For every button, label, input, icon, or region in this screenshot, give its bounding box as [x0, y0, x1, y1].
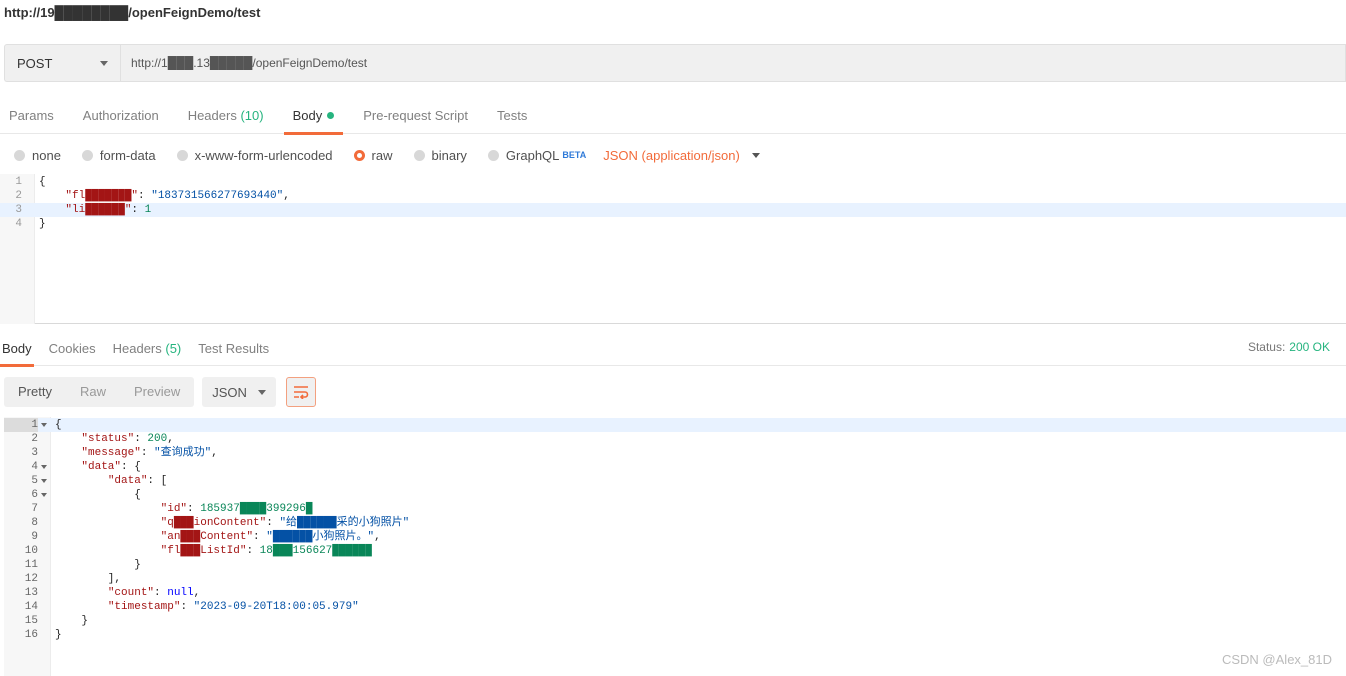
content-type-select[interactable]: JSON (application/json) [603, 148, 760, 163]
tab-test-results[interactable]: Test Results [196, 332, 271, 366]
tab-params[interactable]: Params [0, 98, 63, 134]
radio-urlencoded[interactable]: x-www-form-urlencoded [176, 148, 333, 163]
response-code-line: 1{ [4, 418, 1346, 432]
tab-response-body[interactable]: Body [0, 332, 34, 367]
chevron-down-icon [751, 152, 760, 158]
body-type-options: none form-data x-www-form-urlencoded raw… [14, 144, 760, 166]
method-select[interactable]: POST [4, 44, 120, 82]
radio-circle-icon [176, 149, 188, 161]
response-code-line: 13 "count": null, [24, 587, 201, 599]
radio-selected-icon [353, 149, 365, 161]
radio-raw[interactable]: raw [353, 148, 393, 163]
request-tabs: Params Authorization Headers (10) Body P… [0, 98, 1346, 135]
tab-body[interactable]: Body [283, 98, 344, 135]
code-line: 4} [15, 218, 46, 230]
tab-tests[interactable]: Tests [488, 98, 536, 134]
view-mode-group: Pretty Raw Preview [4, 377, 195, 407]
response-body-viewer[interactable]: 1{2 "status": 200, 3 "message": "查询成功", 4 … [4, 417, 1346, 676]
tab-response-headers[interactable]: Headers (5) [111, 332, 184, 366]
response-tabs: Body Cookies Headers (5) Test Results [0, 332, 1346, 367]
tab-authorization[interactable]: Authorization [74, 98, 168, 134]
raw-button[interactable]: Raw [66, 377, 120, 407]
response-code-line: 5 "data": [ [31, 475, 168, 487]
watermark: CSDN @Alex_81D [1221, 652, 1332, 667]
modified-dot-icon [327, 112, 335, 119]
method-label: POST [17, 55, 53, 71]
response-code-line: 16} [24, 629, 62, 641]
response-code-line: 7 "id": 185937████399296█ [31, 503, 313, 515]
radio-form-data[interactable]: form-data [81, 148, 156, 163]
response-code-line: 2 "status": 200, [31, 433, 174, 445]
pretty-button[interactable]: Pretty [4, 377, 66, 407]
beta-badge: BETA [562, 150, 587, 160]
code-line: 1{ [15, 176, 46, 188]
radio-circle-icon [81, 149, 93, 161]
radio-circle-icon [413, 149, 425, 161]
format-select[interactable]: JSON [202, 377, 277, 407]
chevron-down-icon [258, 389, 267, 395]
response-headers-count: (5) [165, 341, 182, 356]
response-toolbar: Pretty Raw Preview JSON [4, 377, 317, 407]
response-code-line: 3 "message": "查询成功", [31, 447, 218, 459]
response-code-line: 15 } [24, 615, 89, 627]
response-code-line: 10 "fl███ListId": 18███156627██████ [24, 545, 372, 557]
response-code-line: 8 "q███ionContent": "给██████采的小狗照片" [31, 517, 410, 529]
url-input[interactable] [120, 44, 1346, 82]
fold-arrow-icon[interactable] [41, 479, 47, 483]
url-row: POST [4, 44, 1346, 82]
wrap-lines-button[interactable] [286, 377, 317, 407]
response-code-line: 12 ], [24, 573, 122, 585]
code-line: 2 "fl███████": "183731566277693440", [15, 190, 290, 202]
wrap-lines-icon [294, 386, 309, 399]
radio-graphql[interactable]: GraphQL BETA [487, 148, 587, 163]
preview-button[interactable]: Preview [120, 377, 194, 407]
tab-cookies[interactable]: Cookies [47, 332, 98, 366]
radio-circle-icon [14, 149, 25, 161]
tab-headers[interactable]: Headers (10) [179, 98, 273, 134]
radio-none[interactable]: none [14, 148, 61, 163]
headers-count: (10) [240, 108, 264, 123]
request-body-editor[interactable]: 1{ 2 "fl███████": "183731566277693440", … [0, 174, 1346, 324]
code-line-active: 3 "li██████": 1 [0, 203, 1346, 217]
response-code-line: 6 { [31, 489, 141, 501]
fold-arrow-icon[interactable] [41, 493, 47, 497]
response-code-line: 4 "data": { [31, 461, 141, 473]
response-code-line: 14 "timestamp": "2023-09-20T18:00:05.979… [24, 601, 359, 613]
fold-arrow-icon[interactable] [41, 465, 47, 469]
status-code: 200 OK [1289, 340, 1330, 354]
tab-pre-request-script[interactable]: Pre-request Script [354, 98, 477, 134]
response-status: Status: 200 OK [1247, 340, 1330, 354]
response-code-line: 9 "an███Content": "██████小狗照片。", [31, 531, 381, 543]
response-code-line: 11 } [24, 559, 141, 571]
request-title: http://19████████/openFeignDemo/test [4, 5, 261, 20]
chevron-down-icon [100, 60, 108, 66]
fold-arrow-icon[interactable] [41, 423, 47, 427]
radio-binary[interactable]: binary [413, 148, 467, 163]
radio-circle-icon [487, 149, 499, 161]
